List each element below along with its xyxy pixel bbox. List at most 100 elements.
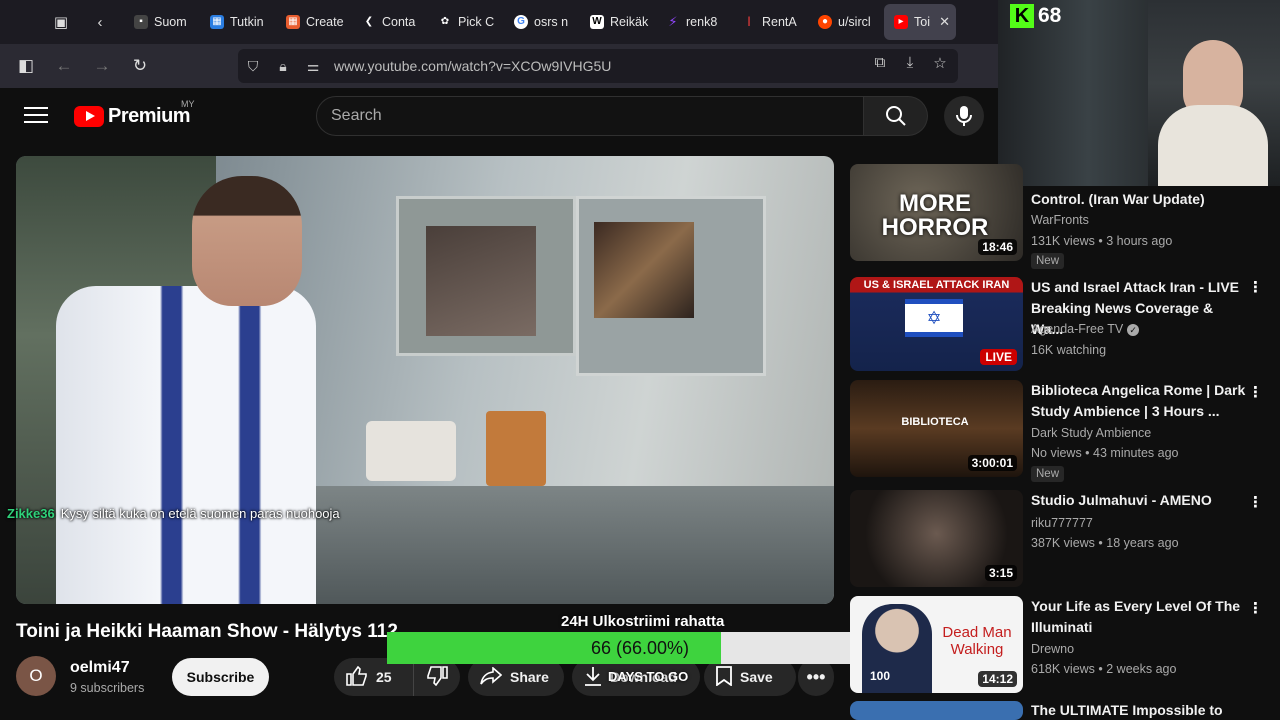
kick-logo-icon: K <box>1010 4 1034 28</box>
bookmark-star-icon[interactable]: ☆ <box>930 54 950 72</box>
thumbnail-text: BIBLIOTECA <box>901 416 969 428</box>
rec-title[interactable]: Control. (Iran War Update) <box>1031 189 1246 210</box>
recommendation-item[interactable]: The ULTIMATE Impossible to <box>850 701 1280 720</box>
video-thumbnail[interactable]: Dead Man Walking 100 14:12 <box>850 596 1023 693</box>
subscribe-button[interactable]: Subscribe <box>172 658 269 696</box>
rec-menu-icon[interactable]: ⋮ <box>1248 493 1263 511</box>
rec-title[interactable]: Your Life as Every Level Of The Illumina… <box>1031 596 1246 638</box>
google-icon: G <box>514 15 528 29</box>
hamburger-menu-icon[interactable] <box>22 102 50 130</box>
duration-badge: 14:12 <box>978 671 1017 687</box>
rec-title[interactable]: Biblioteca Angelica Rome | Dark Study Am… <box>1031 380 1246 422</box>
browser-tab[interactable]: | RentA <box>732 4 808 40</box>
rec-title[interactable]: The ULTIMATE Impossible to <box>1031 701 1246 720</box>
recommendation-item[interactable]: US & ISRAEL ATTACK IRAN ✡ LIVE US and Is… <box>850 277 1280 377</box>
save-to-pocket-icon[interactable]: ⤓ <box>900 54 920 72</box>
rec-meta: 16K watching <box>1031 343 1107 357</box>
rec-menu-icon[interactable]: ⋮ <box>1248 383 1263 401</box>
browser-tab[interactable]: ▪ Suom <box>124 4 200 40</box>
youtube-masthead: Premium MY <box>0 88 998 144</box>
channel-avatar[interactable]: O <box>16 656 56 696</box>
browser-nav-bar: ◧ ← → ↻ ⛉ 🔒︎ ⚌ www.youtube.com/watch?v=X… <box>0 44 998 88</box>
rec-title[interactable]: Studio Julmahuvi - AMENO <box>1031 490 1246 511</box>
rec-menu-icon[interactable]: ⋮ <box>1248 278 1263 296</box>
person-head <box>192 176 302 306</box>
permissions-icon[interactable]: ⚌ <box>298 58 328 75</box>
shoe-icon: ❮ <box>364 16 374 27</box>
share-arrow-icon <box>480 665 503 688</box>
shield-icon[interactable]: ⛉ <box>238 58 268 75</box>
palette-icon: ▦ <box>286 15 300 29</box>
close-tab-icon[interactable]: ✕ <box>939 14 950 30</box>
rec-channel[interactable]: Dark Study Ambience <box>1031 426 1151 440</box>
youtube-icon: ▸ <box>894 15 908 29</box>
rec-channel: Agenda-Free TV <box>1031 322 1124 336</box>
recommendation-item[interactable]: 3:15 Studio Julmahuvi - AMENO riku777777… <box>850 490 1280 590</box>
url-text[interactable]: www.youtube.com/watch?v=XCOw9IVHG5U <box>334 58 611 74</box>
browser-tab[interactable]: ❮ Conta <box>352 4 428 40</box>
verified-check-icon: ✓ <box>1127 323 1140 336</box>
channel-name[interactable]: oelmi47 <box>70 659 130 677</box>
browser-tab[interactable]: ▦ Create <box>276 4 352 40</box>
chat-message: Zikke36 Kysy siltä kuka on etelä suomen p… <box>7 506 340 521</box>
video-thumbnail[interactable]: MORE HORROR 18:46 <box>850 164 1023 261</box>
rec-meta: No views • 43 minutes ago <box>1031 446 1179 460</box>
browser-tab[interactable]: ✿ Pick C <box>428 4 504 40</box>
lock-icon[interactable]: 🔒︎ <box>268 58 298 75</box>
search-box[interactable] <box>316 96 864 136</box>
sidebar-toggle-icon[interactable]: ◧ <box>8 48 44 84</box>
tab-overview-icon[interactable]: ▣ <box>43 4 79 40</box>
search-button[interactable] <box>864 96 928 136</box>
reload-icon[interactable]: ↻ <box>122 48 158 84</box>
picture-in-picture-icon[interactable]: ⧉ <box>870 54 890 72</box>
subscriber-count: 9 subscribers <box>70 681 145 695</box>
address-bar[interactable]: ⛉ 🔒︎ ⚌ www.youtube.com/watch?v=XCOw9IVHG… <box>238 49 958 83</box>
browser-tab[interactable]: ▦ Tutkin <box>200 4 276 40</box>
browser-tab[interactable]: W Reikäk <box>580 4 656 40</box>
browser-tab[interactable]: G osrs n <box>504 4 580 40</box>
video-thumbnail[interactable]: BIBLIOTECA 3:00:01 <box>850 380 1023 477</box>
thumbnail-text: Dead Man Walking <box>942 624 1012 658</box>
video-icon: ▪ <box>134 15 148 29</box>
new-badge: New <box>1031 466 1065 482</box>
scroll-tabs-left-icon[interactable]: ‹ <box>82 4 118 40</box>
back-arrow-icon[interactable]: ← <box>46 48 82 84</box>
video-player[interactable] <box>16 156 834 604</box>
browser-tab[interactable]: ● u/sircl <box>808 4 884 40</box>
recommendation-item[interactable]: Dead Man Walking 100 14:12 Your Life as … <box>850 596 1280 696</box>
forward-arrow-icon[interactable]: → <box>84 48 120 84</box>
tab-label: Reikäk <box>610 15 649 29</box>
video-thumbnail[interactable]: US & ISRAEL ATTACK IRAN ✡ LIVE <box>850 277 1023 371</box>
dislike-button[interactable] <box>414 665 460 689</box>
video-thumbnail[interactable]: 3:15 <box>850 490 1023 587</box>
thumbnail-text: US & ISRAEL ATTACK IRAN <box>863 279 1010 291</box>
thumbs-up-icon <box>346 665 368 689</box>
rec-meta: 131K views • 3 hours ago <box>1031 234 1173 248</box>
youtube-logo[interactable]: Premium <box>74 105 191 128</box>
israel-flag-icon: ✡ <box>905 299 963 337</box>
rec-channel[interactable]: riku777777 <box>1031 516 1093 530</box>
browser-tab[interactable]: ⚡ renk8 <box>656 4 732 40</box>
rec-menu-icon[interactable]: ⋮ <box>1248 599 1263 617</box>
live-badge: LIVE <box>980 349 1017 365</box>
video-thumbnail[interactable] <box>850 701 1023 720</box>
tab-label: renk8 <box>686 15 718 29</box>
microphone-icon <box>956 106 972 126</box>
subathon-progress-bar: 66 (66.00%) <box>387 632 893 664</box>
recommendation-item[interactable]: MORE HORROR 18:46 Control. (Iran War Upd… <box>850 164 1280 269</box>
wall-picture <box>594 222 694 318</box>
rec-channel-row[interactable]: Agenda-Free TV ✓ <box>1031 322 1140 336</box>
rec-channel[interactable]: Drewno <box>1031 642 1074 656</box>
duration-badge: 3:00:01 <box>967 455 1017 471</box>
browser-tab-active[interactable]: ▸ Toi ✕ <box>884 4 956 40</box>
reddit-icon: ● <box>818 15 832 29</box>
search-input[interactable] <box>317 97 863 135</box>
person-jersey <box>56 286 316 604</box>
rec-channel[interactable]: WarFronts <box>1031 213 1089 227</box>
like-count: 25 <box>376 669 392 685</box>
voice-search-button[interactable] <box>944 96 984 136</box>
tab-label: Pick C <box>458 15 495 29</box>
tab-label: Suom <box>154 15 187 29</box>
recommendation-item[interactable]: BIBLIOTECA 3:00:01 Biblioteca Angelica R… <box>850 380 1280 482</box>
wikipedia-icon: W <box>590 15 604 29</box>
